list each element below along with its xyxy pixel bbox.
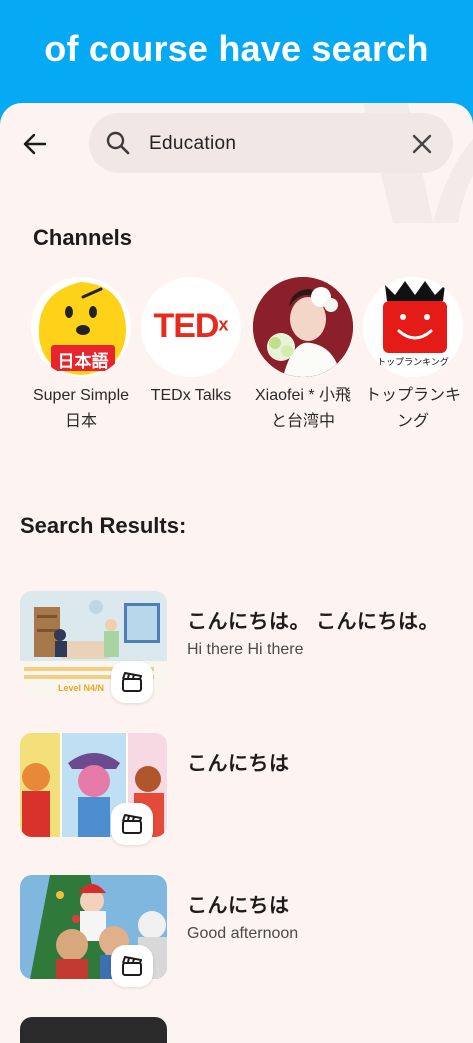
banner-title: of course have search	[44, 28, 429, 69]
result-item[interactable]: こんにちは	[20, 733, 460, 845]
result-subtitle: Good afternoon	[187, 925, 299, 942]
result-subtitle: Hi there Hi there	[187, 641, 304, 658]
channel-item[interactable]: 日本語 Super Simple 日本	[26, 277, 136, 435]
channel-name: トップランキング	[364, 387, 461, 430]
channel-avatar: 日本語	[31, 277, 131, 377]
banner: of course have search	[0, 0, 473, 110]
back-button[interactable]	[18, 129, 52, 159]
portrait-photo	[253, 277, 353, 377]
channels-heading: Channels	[33, 225, 133, 250]
result-item[interactable]: こんにちは Good afternoon	[20, 875, 460, 987]
result-item[interactable]: Level N4/N こんにちは。 こんにちは。 Hi there Hi the…	[20, 591, 460, 703]
channel-item[interactable]: トップランキング トップランキング	[358, 277, 468, 435]
channel-name: TEDx Talks	[150, 387, 232, 404]
search-input[interactable]	[147, 125, 401, 163]
search-icon	[106, 131, 130, 155]
channel-avatar	[253, 277, 353, 377]
clapperboard-icon	[122, 956, 142, 976]
result-title: こんにちは。 こんにちは。	[187, 611, 440, 633]
channel-avatar-text: トップランキング	[377, 358, 449, 368]
clapperboard-badge	[111, 945, 153, 987]
channel-avatar: トップランキング	[363, 277, 463, 377]
channel-avatar-text: 日本語	[57, 352, 109, 372]
channel-item[interactable]: Xiaofei * 小飛と台湾中	[248, 277, 358, 435]
channel-name: Super Simple 日本	[32, 387, 130, 430]
thumbnail-caption: Level N4/N	[58, 683, 105, 693]
tedx-logo: TEDx	[153, 307, 229, 345]
search-bar[interactable]	[89, 113, 453, 173]
channel-avatar: TEDx	[141, 277, 241, 377]
result-title: こんにちは	[187, 753, 290, 775]
channel-name: Xiaofei * 小飛と台湾中	[254, 387, 352, 430]
main-sheet: Channels 日本語 Super Simple 日本 TED	[0, 103, 473, 1043]
clapperboard-badge	[111, 803, 153, 845]
channels-list: 日本語 Super Simple 日本 TEDx TEDx Talks Xiao…	[0, 277, 473, 437]
result-title: こんにちは	[187, 895, 290, 917]
close-icon[interactable]	[409, 131, 435, 157]
search-results-heading: Search Results:	[20, 513, 187, 538]
channel-item[interactable]: TEDx TEDx Talks	[136, 277, 246, 409]
clapperboard-icon	[122, 814, 142, 834]
arrow-left-icon	[23, 133, 47, 155]
clapperboard-badge	[111, 661, 153, 703]
clapperboard-icon	[122, 672, 142, 692]
result-thumbnail-partial[interactable]	[20, 1017, 167, 1043]
